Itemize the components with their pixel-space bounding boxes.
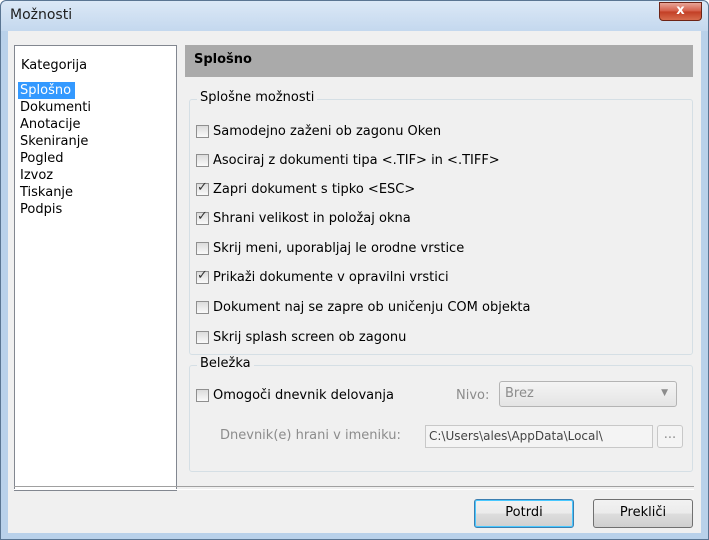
option-label: Skrij meni, uporabljaj le orodne vrstice: [213, 240, 465, 256]
chevron-down-icon: ▼: [661, 388, 668, 398]
section-header: Splošno: [185, 45, 693, 77]
category-panel: Kategorija Splošno Dokumenti Anotacije S…: [14, 45, 177, 491]
checkbox[interactable]: [196, 180, 209, 196]
option-label: Shrani velikost in položaj okna: [213, 210, 411, 226]
category-item-splosno[interactable]: Splošno: [18, 82, 75, 99]
log-path-label: Dnevnik(e) hrani v imeniku:: [220, 428, 401, 443]
category-item-pogled[interactable]: Pogled: [18, 150, 173, 167]
option-label: Zapri dokument s tipko <ESC>: [213, 181, 416, 197]
options-dialog: Možnosti x Kategorija Splošno Dokumenti …: [0, 0, 709, 540]
level-select[interactable]: Brez ▼: [499, 381, 677, 407]
browse-button[interactable]: ...: [657, 425, 683, 448]
option-label: Skrij splash screen ob zagonu: [213, 329, 407, 345]
option-show-taskbar[interactable]: Prikaži dokumente v opravilni vrstici: [196, 267, 449, 287]
option-close-esc[interactable]: Zapri dokument s tipko <ESC>: [196, 179, 415, 199]
category-item-dokumenti[interactable]: Dokumenti: [18, 99, 173, 116]
option-hide-menu[interactable]: Skrij meni, uporabljaj le orodne vrstice: [196, 238, 464, 258]
log-path-value: C:\Users\ales\AppData\Local\: [429, 429, 603, 443]
category-item-podpis[interactable]: Podpis: [18, 201, 173, 218]
category-item-skeniranje[interactable]: Skeniranje: [18, 133, 173, 150]
close-button[interactable]: x: [659, 2, 702, 21]
button-separator: [14, 486, 694, 490]
level-label: Nivo:: [456, 388, 490, 403]
log-group-title: Beležka: [197, 356, 254, 371]
log-path-input[interactable]: C:\Users\ales\AppData\Local\: [425, 425, 653, 448]
checkbox[interactable]: [196, 209, 209, 225]
option-label: Prikaži dokumente v opravilni vrstici: [213, 269, 449, 285]
window-title: Možnosti: [10, 7, 73, 23]
category-item-izvoz[interactable]: Izvoz: [18, 167, 173, 184]
checkbox[interactable]: [196, 268, 209, 284]
option-close-com[interactable]: Dokument naj se zapre ob uničenju COM ob…: [196, 297, 530, 317]
category-list[interactable]: Splošno Dokumenti Anotacije Skeniranje P…: [18, 82, 173, 218]
general-options-title: Splošne možnosti: [197, 90, 318, 105]
option-hide-splash[interactable]: Skrij splash screen ob zagonu: [196, 327, 406, 347]
checkbox[interactable]: [196, 388, 209, 402]
enable-log-option[interactable]: Omogoči dnevnik delovanja: [196, 385, 394, 405]
checkbox[interactable]: [196, 300, 209, 314]
checkbox[interactable]: [196, 241, 209, 255]
option-associate-tif[interactable]: Asociraj z dokumenti tipa <.TIF> in <.TI…: [196, 150, 500, 170]
option-autostart[interactable]: Samodejno zaženi ob zagonu Oken: [196, 121, 441, 141]
option-label: Asociraj z dokumenti tipa <.TIF> in <.TI…: [213, 152, 500, 168]
option-label: Samodejno zaženi ob zagonu Oken: [213, 123, 442, 139]
ok-button[interactable]: Potrdi: [474, 499, 574, 528]
checkbox[interactable]: [196, 153, 209, 167]
checkbox[interactable]: [196, 124, 209, 138]
checkbox[interactable]: [196, 330, 209, 344]
category-header: Kategorija: [21, 58, 88, 73]
option-save-window[interactable]: Shrani velikost in položaj okna: [196, 208, 411, 228]
title-bar[interactable]: Možnosti x: [1, 1, 708, 31]
section-title: Splošno: [194, 52, 252, 67]
category-item-tiskanje[interactable]: Tiskanje: [18, 184, 173, 201]
category-item-anotacije[interactable]: Anotacije: [18, 116, 173, 133]
level-value: Brez: [505, 386, 534, 401]
option-label: Dokument naj se zapre ob uničenju COM ob…: [213, 299, 531, 315]
enable-log-label: Omogoči dnevnik delovanja: [213, 387, 394, 403]
cancel-button[interactable]: Prekliči: [593, 499, 693, 528]
